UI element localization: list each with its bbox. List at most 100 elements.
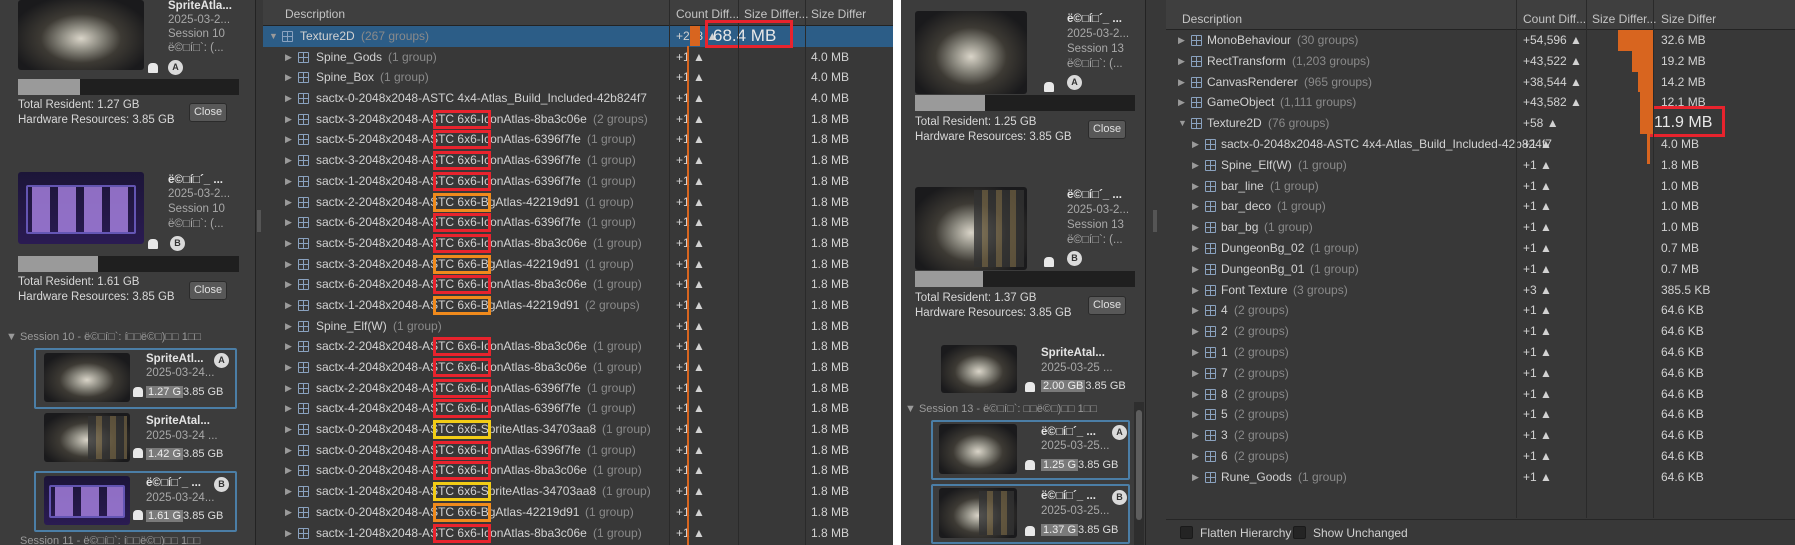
table-row[interactable]: ▶ 2 (2 groups) +1 ▲ 64.6 KB xyxy=(1166,321,1795,342)
expand-toggle-icon[interactable]: ▶ xyxy=(285,155,292,166)
show-unchanged-checkbox[interactable] xyxy=(1293,526,1306,539)
expand-toggle-icon[interactable]: ▶ xyxy=(285,217,292,228)
expand-toggle-icon[interactable]: ▶ xyxy=(285,486,292,497)
expand-toggle-icon[interactable]: ▶ xyxy=(1178,35,1185,46)
expand-toggle-icon[interactable]: ▶ xyxy=(1192,409,1199,420)
session-card-a[interactable]: ë©□í□´_ ... 2025-03-2... Session 13 ë©□í… xyxy=(901,0,1156,150)
col-size-diff[interactable]: Size Differ... xyxy=(1592,12,1656,26)
expand-toggle-icon[interactable]: ▶ xyxy=(285,93,292,104)
table-row[interactable]: ▶ bar_line (1 group) +1 ▲ 1.0 MB xyxy=(1166,176,1795,197)
expand-toggle-icon[interactable]: ▶ xyxy=(1192,389,1199,400)
session-card-b[interactable]: ë©□í□´_ ... 2025-03-2... Session 13 ë©□í… xyxy=(901,180,1156,325)
expand-toggle-icon[interactable]: ▶ xyxy=(1178,56,1185,67)
table-row[interactable]: ▶ 3 (2 groups) +1 ▲ 64.6 KB xyxy=(1166,425,1795,446)
expand-toggle-icon[interactable]: ▶ xyxy=(1178,97,1185,108)
expand-toggle-icon[interactable]: ▶ xyxy=(1192,305,1199,316)
col-size-diff[interactable]: Size Differ... xyxy=(744,7,808,21)
table-row[interactable]: ▶ 4 (2 groups) +1 ▲ 64.6 KB xyxy=(1166,300,1795,321)
split-handle[interactable] xyxy=(1153,210,1157,232)
table-row[interactable]: ▶ sactx-3-2048x2048-ASTC 6x6-IconAtlas-63… xyxy=(263,150,893,171)
table-row[interactable]: ▶ MonoBehaviour (30 groups) +54,596 ▲ 32.6 M… xyxy=(1166,30,1795,51)
session-group-header[interactable]: ▼ Session 13 - ë©□í□`: □□ë©□)□□ 1□□ xyxy=(901,403,1156,419)
expand-toggle-icon[interactable]: ▶ xyxy=(285,383,292,394)
expand-toggle-icon[interactable]: ▼ xyxy=(1178,118,1187,128)
expand-toggle-icon[interactable]: ▼ xyxy=(269,31,278,41)
col-count-diff[interactable]: Count Diff... xyxy=(676,7,739,21)
table-row[interactable]: ▶ sactx-2-2048x2048-ASTC 6x6-IconAtlas-63… xyxy=(263,378,893,399)
session-card-b[interactable]: ë©□í□´_ ... 2025-03-2... Session 10 ë©□í… xyxy=(0,150,255,285)
expand-toggle-icon[interactable]: ▶ xyxy=(285,341,292,352)
table-row[interactable]: ▶ sactx-3-2048x2048-ASTC 6x6-IconAtlas-8b… xyxy=(263,109,893,130)
table-row[interactable]: ▶ sactx-6-2048x2048-ASTC 6x6-IconAtlas-8b… xyxy=(263,274,893,295)
table-row[interactable]: ▶ bar_bg (1 group) +1 ▲ 1.0 MB xyxy=(1166,217,1795,238)
table-row[interactable]: ▶ sactx-0-2048x2048-ASTC 4x4-Atlas_Build_… xyxy=(263,88,893,109)
table-row[interactable]: ▶ 6 (2 groups) +1 ▲ 64.6 KB xyxy=(1166,446,1795,467)
expand-toggle-icon[interactable]: ▶ xyxy=(285,259,292,270)
table-row[interactable]: ▶ 5 (2 groups) +1 ▲ 64.6 KB xyxy=(1166,404,1795,425)
expand-toggle-icon[interactable]: ▶ xyxy=(1192,326,1199,337)
col-description[interactable]: Description xyxy=(285,7,345,21)
table-row[interactable]: ▶ Spine_Box (1 group) +1 ▲ 4.0 MB xyxy=(263,67,893,88)
table-row[interactable]: ▶ sactx-6-2048x2048-ASTC 6x6-IconAtlas-63… xyxy=(263,212,893,233)
col-size-diff-2[interactable]: Size Differ xyxy=(811,7,866,21)
col-count-diff[interactable]: Count Diff... xyxy=(1523,12,1586,26)
expand-toggle-icon[interactable]: ▶ xyxy=(285,507,292,518)
table-row[interactable]: ▶ Spine_Elf(W) (1 group) +1 ▲ 1.8 MB xyxy=(1166,155,1795,176)
expand-toggle-icon[interactable]: ▶ xyxy=(1192,139,1199,150)
table-row[interactable]: ▶ CanvasRenderer (965 groups) +38,544 ▲ 14.2… xyxy=(1166,72,1795,93)
expand-toggle-icon[interactable]: ▶ xyxy=(285,321,292,332)
expand-toggle-icon[interactable]: ▶ xyxy=(285,300,292,311)
table-row[interactable]: ▶ sactx-4-2048x2048-ASTC 6x6-IconAtlas-63… xyxy=(263,398,893,419)
expand-toggle-icon[interactable]: ▶ xyxy=(285,134,292,145)
table-row[interactable]: ▶ sactx-4-2048x2048-ASTC 6x6-IconAtlas-8b… xyxy=(263,357,893,378)
table-row[interactable]: ▶ sactx-3-2048x2048-ASTC 6x6-BgAtlas-4221… xyxy=(263,254,893,275)
expand-toggle-icon[interactable]: ▶ xyxy=(285,279,292,290)
table-row[interactable]: ▶ sactx-0-2048x2048-ASTC 6x6-IconAtlas-63… xyxy=(263,440,893,461)
expand-toggle-icon[interactable]: ▶ xyxy=(285,176,292,187)
table-row[interactable]: ▶ DungeonBg_02 (1 group) +1 ▲ 0.7 MB xyxy=(1166,238,1795,259)
table-row[interactable]: ▶ sactx-0-2048x2048-ASTC 6x6-IconAtlas-8b… xyxy=(263,460,893,481)
table-row[interactable]: ▶ Spine_Elf(W) (1 group) +1 ▲ 1.8 MB xyxy=(263,316,893,337)
expand-toggle-icon[interactable]: ▶ xyxy=(1192,451,1199,462)
col-description[interactable]: Description xyxy=(1182,12,1242,26)
expand-toggle-icon[interactable]: ▶ xyxy=(1192,472,1199,483)
session-list-scrollbar[interactable] xyxy=(1134,402,1144,545)
expand-toggle-icon[interactable]: ▶ xyxy=(285,403,292,414)
expand-toggle-icon[interactable]: ▶ xyxy=(1192,201,1199,212)
close-button[interactable]: Close xyxy=(189,103,227,122)
session-group-header[interactable]: Session 11 - ë©□í□`: í□□ë©□)□□ 1□□ xyxy=(0,535,255,545)
table-row[interactable]: ▶ sactx-0-2048x2048-ASTC 6x6-BgAtlas-4221… xyxy=(263,502,893,523)
expand-toggle-icon[interactable]: ▶ xyxy=(1192,160,1199,171)
table-row[interactable]: ▶ sactx-1-2048x2048-ASTC 6x6-BgAtlas-4221… xyxy=(263,295,893,316)
expand-toggle-icon[interactable]: ▶ xyxy=(285,445,292,456)
table-row[interactable]: ▶ sactx-0-2048x2048-ASTC 6x6-SpriteAtlas-… xyxy=(263,419,893,440)
session-group-header[interactable]: ▼ Session 10 - ë©□í□`: í□□ë©□)□□ 1□□ xyxy=(0,331,255,347)
table-row[interactable]: ▶ sactx-1-2048x2048-ASTC 6x6-IconAtlas-63… xyxy=(263,171,893,192)
expand-toggle-icon[interactable]: ▶ xyxy=(1192,285,1199,296)
table-row[interactable]: ▶ sactx-2-2048x2048-ASTC 6x6-IconAtlas-8b… xyxy=(263,336,893,357)
table-row[interactable]: ▶ bar_deco (1 group) +1 ▲ 1.0 MB xyxy=(1166,196,1795,217)
expand-toggle-icon[interactable]: ▶ xyxy=(285,52,292,63)
table-row[interactable]: ▶ sactx-5-2048x2048-ASTC 6x6-IconAtlas-63… xyxy=(263,129,893,150)
close-button[interactable]: Close xyxy=(1088,296,1126,315)
split-handle[interactable] xyxy=(257,210,261,232)
expand-toggle-icon[interactable]: ▶ xyxy=(1192,222,1199,233)
close-button[interactable]: Close xyxy=(1088,120,1126,139)
table-row[interactable]: ▶ sactx-1-2048x2048-ASTC 6x6-SpriteAtlas-… xyxy=(263,481,893,502)
expand-toggle-icon[interactable]: ▶ xyxy=(1192,181,1199,192)
table-row[interactable]: ▶ Rune_Goods (1 group) +1 ▲ 64.6 KB xyxy=(1166,467,1795,488)
expand-toggle-icon[interactable]: ▶ xyxy=(1192,347,1199,358)
expand-toggle-icon[interactable]: ▶ xyxy=(285,238,292,249)
session-card-a[interactable]: SpriteAtla... 2025-03-2... Session 10 ë©… xyxy=(0,0,255,130)
table-row[interactable]: ▼Texture2D(267 groups)+278 ▲68.4 MB xyxy=(263,20,893,48)
table-row[interactable]: ▶ sactx-2-2048x2048-ASTC 6x6-BgAtlas-4221… xyxy=(263,192,893,213)
table-row[interactable]: ▶ Spine_Gods (1 group) +1 ▲ 4.0 MB xyxy=(263,47,893,68)
expand-toggle-icon[interactable]: ▶ xyxy=(285,465,292,476)
table-row[interactable]: ▶ Font Texture (3 groups) +3 ▲ 385.5 KB xyxy=(1166,280,1795,301)
close-button[interactable]: Close xyxy=(189,281,227,300)
expand-toggle-icon[interactable]: ▶ xyxy=(1192,368,1199,379)
expand-toggle-icon[interactable]: ▶ xyxy=(1192,264,1199,275)
expand-toggle-icon[interactable]: ▶ xyxy=(285,114,292,125)
table-row[interactable]: ▼ Texture2D (76 groups) +58 ▲ 11.9 MB xyxy=(1166,106,1795,138)
table-row[interactable]: ▶ 7 (2 groups) +1 ▲ 64.6 KB xyxy=(1166,363,1795,384)
